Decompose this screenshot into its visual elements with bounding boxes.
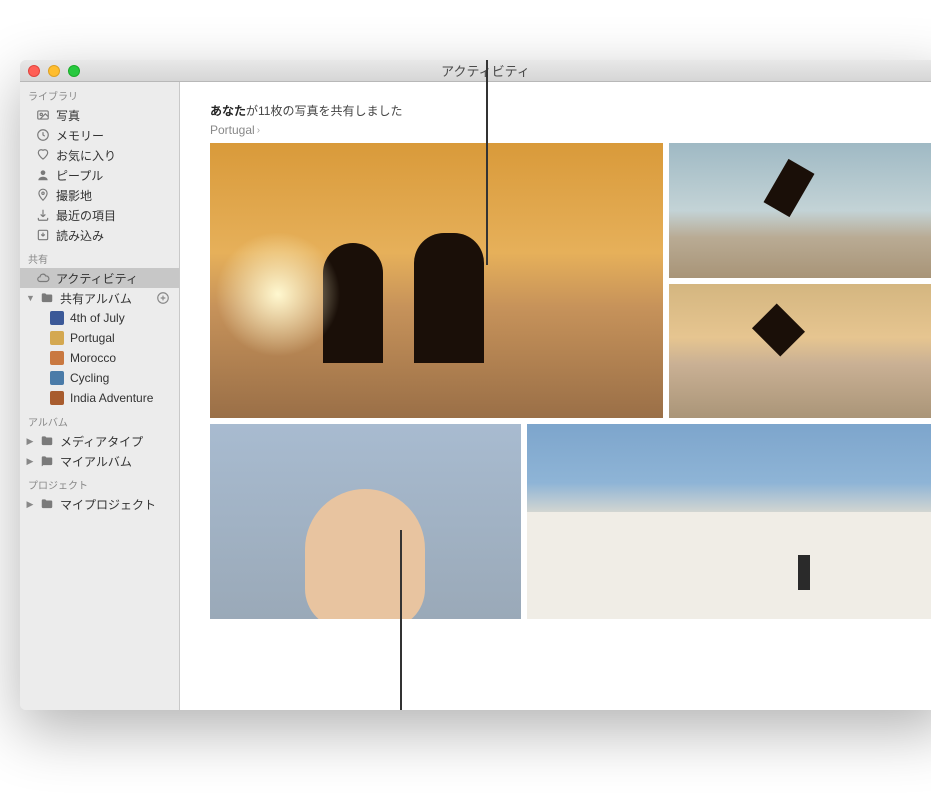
sidebar-label: マイプロジェクト [60, 496, 156, 513]
photo-grid-row1 [210, 143, 931, 418]
shared-album-item[interactable]: Portugal [20, 328, 179, 348]
window-body: ライブラリ 写真 メモリー お気に入り ピープル 撮影地 [20, 82, 931, 710]
sidebar-item-places[interactable]: 撮影地 [20, 185, 179, 205]
sidebar-item-media-types[interactable]: ▶ メディアタイプ [20, 431, 179, 451]
sidebar-item-activity[interactable]: アクティビティ [20, 268, 179, 288]
section-shared: 共有 [20, 245, 179, 268]
photo-thumbnail[interactable] [210, 143, 663, 418]
window-title: アクティビティ [20, 61, 931, 80]
author-name: あなた [210, 104, 246, 118]
section-projects: プロジェクト [20, 471, 179, 494]
folder-icon [40, 454, 54, 468]
album-name: Cycling [70, 371, 109, 385]
album-link[interactable]: Portugal › [210, 123, 931, 137]
album-name: 4th of July [70, 311, 125, 325]
sidebar-item-memories[interactable]: メモリー [20, 125, 179, 145]
import-icon [36, 208, 50, 222]
disclosure-icon[interactable]: ▶ [26, 456, 34, 467]
sidebar-item-my-projects[interactable]: ▶ マイプロジェクト [20, 494, 179, 514]
memories-icon [36, 128, 50, 142]
sidebar-label: マイアルバム [60, 453, 132, 470]
titlebar: アクティビティ [20, 60, 931, 82]
photos-app-window: アクティビティ ライブラリ 写真 メモリー お気に入り ピープル [20, 60, 931, 710]
sidebar-label: メモリー [56, 127, 104, 144]
album-thumbnail-icon [50, 331, 64, 345]
photo-thumbnail[interactable] [669, 284, 931, 419]
photo-thumbnail[interactable] [527, 424, 931, 619]
sidebar-label: 共有アルバム [60, 290, 132, 307]
photo-grid-row2 [210, 424, 931, 619]
section-library: ライブラリ [20, 82, 179, 105]
sidebar-label: 写真 [56, 107, 80, 124]
sidebar: ライブラリ 写真 メモリー お気に入り ピープル 撮影地 [20, 82, 180, 710]
sidebar-label: 読み込み [56, 227, 104, 244]
photo-thumbnail[interactable] [210, 424, 521, 619]
album-thumbnail-icon [50, 391, 64, 405]
shared-album-item[interactable]: Cycling [20, 368, 179, 388]
maximize-button[interactable] [68, 65, 80, 77]
sidebar-item-people[interactable]: ピープル [20, 165, 179, 185]
traffic-lights [28, 65, 80, 77]
shared-album-item[interactable]: 4th of July [20, 308, 179, 328]
sidebar-label: 撮影地 [56, 187, 92, 204]
album-link-label: Portugal [210, 123, 255, 137]
album-thumbnail-icon [50, 371, 64, 385]
folder-icon [40, 497, 54, 511]
album-thumbnail-icon [50, 311, 64, 325]
close-button[interactable] [28, 65, 40, 77]
main-content: あなたが11枚の写真を共有しました Portugal › [180, 82, 931, 710]
sidebar-label: お気に入り [56, 147, 116, 164]
photo-thumbnail[interactable] [669, 143, 931, 278]
photos-icon [36, 108, 50, 122]
person-icon [36, 168, 50, 182]
section-albums: アルバム [20, 408, 179, 431]
album-name: Portugal [70, 331, 115, 345]
download-icon [36, 228, 50, 242]
sidebar-item-favorites[interactable]: お気に入り [20, 145, 179, 165]
pin-icon [36, 188, 50, 202]
album-name: India Adventure [70, 391, 153, 405]
album-name: Morocco [70, 351, 116, 365]
sidebar-label: ピープル [56, 167, 103, 184]
chevron-right-icon: › [257, 125, 260, 136]
folder-icon [40, 434, 54, 448]
disclosure-icon[interactable]: ▶ [26, 499, 34, 510]
disclosure-icon[interactable]: ▶ [26, 436, 34, 447]
sidebar-item-shared-albums[interactable]: ▼ 共有アルバム [20, 288, 179, 308]
callout-line-top [486, 60, 488, 265]
activity-post-header: あなたが11枚の写真を共有しました [210, 102, 931, 119]
sidebar-label: メディアタイプ [60, 433, 143, 450]
add-shared-album-button[interactable] [155, 290, 171, 306]
shared-album-item[interactable]: India Adventure [20, 388, 179, 408]
sidebar-item-my-albums[interactable]: ▶ マイアルバム [20, 451, 179, 471]
cloud-icon [36, 271, 50, 285]
callout-line-bottom [400, 530, 402, 710]
disclosure-icon[interactable]: ▼ [26, 293, 34, 303]
minimize-button[interactable] [48, 65, 60, 77]
album-thumbnail-icon [50, 351, 64, 365]
shared-album-item[interactable]: Morocco [20, 348, 179, 368]
sidebar-item-recent[interactable]: 最近の項目 [20, 205, 179, 225]
heart-icon [36, 148, 50, 162]
activity-text: が11枚の写真を共有しました [246, 104, 402, 118]
sidebar-item-photos[interactable]: 写真 [20, 105, 179, 125]
folder-icon [40, 291, 54, 305]
sidebar-label: アクティビティ [56, 270, 138, 287]
sidebar-item-import[interactable]: 読み込み [20, 225, 179, 245]
sidebar-label: 最近の項目 [56, 207, 116, 224]
activity-description: あなたが11枚の写真を共有しました [210, 102, 931, 119]
